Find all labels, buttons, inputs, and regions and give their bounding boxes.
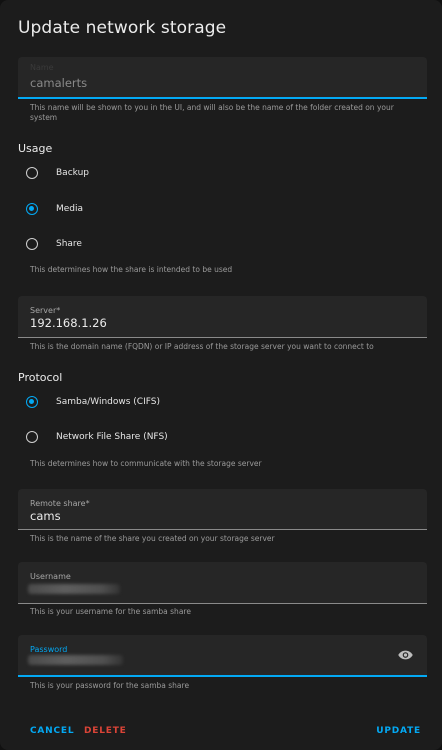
username-redacted (28, 584, 120, 594)
radio-cifs[interactable] (26, 396, 38, 408)
protocol-heading: Protocol (18, 371, 63, 384)
usage-helper: This determines how the share is intende… (30, 265, 233, 274)
password-redacted (28, 655, 123, 665)
server-field-value: 192.168.1.26 (30, 316, 107, 330)
protocol-helper: This determines how to communicate with … (30, 459, 262, 468)
username-field[interactable]: Username (18, 562, 427, 604)
update-button[interactable]: UPDATE (376, 726, 421, 736)
password-label: Password (30, 645, 68, 654)
cancel-button[interactable]: CANCEL (30, 726, 74, 736)
name-field-value: camalerts (30, 76, 88, 90)
remote-share-helper: This is the name of the share you create… (30, 534, 275, 543)
usage-option-backup[interactable]: Backup (26, 162, 89, 184)
usage-option-label: Media (56, 204, 84, 214)
protocol-option-nfs[interactable]: Network File Share (NFS) (26, 426, 168, 448)
password-field[interactable]: Password (18, 635, 427, 677)
eye-icon[interactable] (398, 649, 413, 661)
update-storage-dialog: Update network storage Name camalerts Th… (0, 0, 442, 750)
name-field-label: Name (30, 63, 54, 72)
remote-share-value: cams (30, 509, 61, 523)
radio-share[interactable] (26, 238, 38, 250)
radio-nfs[interactable] (26, 431, 38, 443)
usage-option-label: Backup (56, 168, 89, 178)
radio-media[interactable] (26, 203, 38, 215)
remote-share-field[interactable]: Remote share* cams (18, 489, 427, 530)
name-helper: This name will be shown to you in the UI… (30, 103, 394, 122)
username-label: Username (30, 572, 71, 581)
remote-share-label: Remote share* (30, 499, 90, 508)
username-helper: This is your username for the samba shar… (30, 607, 191, 616)
protocol-option-cifs[interactable]: Samba/Windows (CIFS) (26, 391, 160, 413)
protocol-option-label: Network File Share (NFS) (56, 432, 168, 442)
usage-option-media[interactable]: Media (26, 198, 83, 220)
usage-heading: Usage (18, 142, 53, 155)
server-field-label: Server* (30, 306, 61, 315)
server-field[interactable]: Server* 192.168.1.26 (18, 296, 427, 338)
password-helper: This is your password for the samba shar… (30, 681, 190, 690)
radio-backup[interactable] (26, 167, 38, 179)
name-field[interactable]: Name camalerts (18, 57, 427, 99)
usage-option-share[interactable]: Share (26, 233, 82, 255)
dialog-title: Update network storage (18, 18, 227, 38)
protocol-option-label: Samba/Windows (CIFS) (56, 397, 160, 407)
delete-button[interactable]: DELETE (84, 726, 127, 736)
server-helper: This is the domain name (FQDN) or IP add… (30, 342, 374, 351)
usage-option-label: Share (56, 239, 82, 249)
